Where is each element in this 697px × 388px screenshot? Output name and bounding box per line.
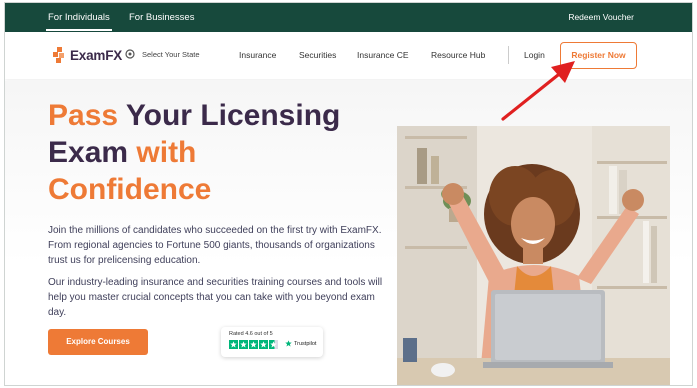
logo-text-exam: Exam [70,47,106,63]
nav-link-securities[interactable]: Securities [299,50,336,60]
trustpilot-logo-star-icon [285,340,292,347]
hero-headline: Pass Your Licensing Exam with Confidence [48,97,340,208]
trustpilot-widget[interactable]: Rated 4.6 out of 5 Trustpilot [221,327,323,357]
state-selector-label: Select Your State [142,49,200,59]
trustpilot-star-icon [229,340,238,349]
headline-exam: Exam [48,136,129,169]
trustpilot-star-icon [259,340,268,349]
tab-for-individuals[interactable]: For Individuals [46,3,112,32]
trustpilot-rating-text: Rated 4.6 out of 5 [229,331,273,337]
explore-courses-button[interactable]: Explore Courses [48,329,148,355]
browser-frame: For Individuals For Businesses Redeem Vo… [4,2,693,386]
headline-with: with [128,136,197,169]
examfx-logo[interactable]: ExamFX [53,46,122,64]
hero-section: Pass Your Licensing Exam with Confidence… [5,81,692,385]
headline-confidence: Confidence [48,173,212,206]
trustpilot-logo: Trustpilot [285,340,316,347]
logo-mark-icon [53,47,67,63]
state-selector[interactable]: Select Your State [125,49,200,59]
trustpilot-star-icon [239,340,248,349]
nav-link-insurance-ce[interactable]: Insurance CE [357,50,409,60]
hero-paragraph-intro: Join the millions of candidates who succ… [48,225,382,266]
trustpilot-brand-text: Trustpilot [294,340,317,347]
logo-text-fx: FX [105,47,123,63]
hero-photo-celebrating-woman [397,126,670,385]
headline-pass: Pass [48,99,119,132]
main-navigation: ExamFX Select Your State Insurance Secur… [5,32,692,79]
trustpilot-star-icon [269,340,278,349]
trustpilot-stars [229,340,279,349]
headline-your-licensing: Your Licensing [118,99,341,132]
logo-wordmark: ExamFX [70,48,122,63]
tab-for-businesses[interactable]: For Businesses [129,3,194,32]
location-pin-icon [125,49,135,59]
redeem-voucher-link[interactable]: Redeem Voucher [568,3,634,32]
nav-link-resource-hub[interactable]: Resource Hub [431,50,485,60]
annotation-arrow-icon [501,61,575,121]
trustpilot-star-icon [249,340,258,349]
hero-paragraph-courses: Our industry-leading insurance and secur… [48,277,383,318]
audience-bar: For Individuals For Businesses Redeem Vo… [5,3,692,32]
nav-link-insurance[interactable]: Insurance [239,50,276,60]
